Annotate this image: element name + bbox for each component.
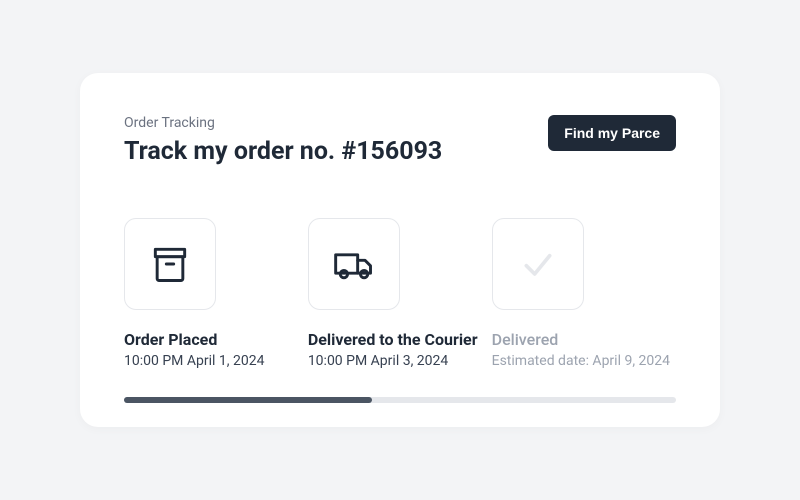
truck-icon — [308, 218, 400, 310]
step-title: Order Placed — [124, 330, 308, 349]
step-order-placed: Order Placed 10:00 PM April 1, 2024 — [124, 218, 308, 369]
step-title: Delivered — [492, 330, 676, 349]
step-subtitle: 10:00 PM April 3, 2024 — [308, 353, 492, 369]
progress-fill — [124, 397, 372, 403]
step-delivered: Delivered Estimated date: April 9, 2024 — [492, 218, 676, 369]
card-header: Order Tracking Track my order no. #15609… — [124, 115, 676, 166]
check-icon — [492, 218, 584, 310]
box-icon — [124, 218, 216, 310]
progress-bar — [124, 397, 676, 403]
step-title: Delivered to the Courier — [308, 330, 492, 349]
step-subtitle: Estimated date: April 9, 2024 — [492, 353, 676, 369]
tracking-card: Order Tracking Track my order no. #15609… — [80, 73, 720, 427]
heading-block: Order Tracking Track my order no. #15609… — [124, 115, 442, 166]
tracking-steps: Order Placed 10:00 PM April 1, 2024 Deli… — [124, 218, 676, 369]
find-parcel-button[interactable]: Find my Parce — [548, 115, 676, 151]
page-title: Track my order no. #156093 — [124, 137, 442, 166]
eyebrow-label: Order Tracking — [124, 115, 442, 131]
step-courier: Delivered to the Courier 10:00 PM April … — [308, 218, 492, 369]
step-subtitle: 10:00 PM April 1, 2024 — [124, 353, 308, 369]
